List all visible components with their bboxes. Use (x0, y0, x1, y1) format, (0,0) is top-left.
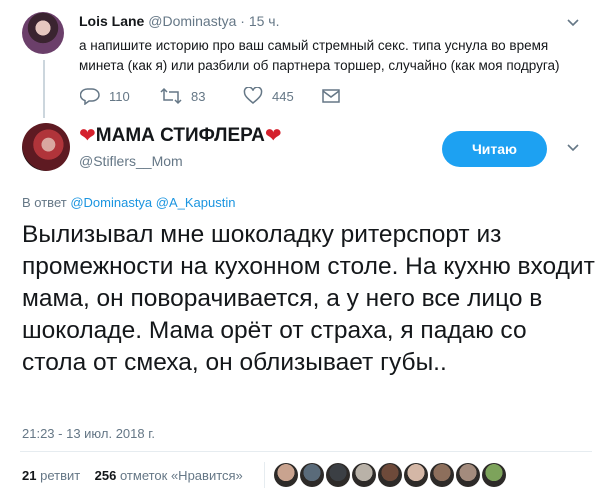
parent-tweet-header: Lois Lane @Dominastya · 15 ч. (79, 13, 280, 29)
main-author-name-text: МАМА СТИФЛЕРА (95, 125, 265, 146)
parent-author-handle[interactable]: @Dominastya (148, 13, 236, 29)
reply-context: В ответ @Dominastya @A_Kapustin (22, 195, 235, 210)
retweet-total-label[interactable]: ретвит (40, 468, 80, 483)
thread-connector (43, 60, 45, 118)
direct-message-button[interactable] (322, 86, 349, 106)
reply-context-users[interactable]: @Dominastya @A_Kapustin (70, 195, 235, 210)
liker-avatar[interactable] (430, 463, 454, 487)
liker-avatar[interactable] (300, 463, 324, 487)
liker-avatar[interactable] (404, 463, 428, 487)
parent-tweet-text: а напишите историю про ваш самый стремны… (79, 38, 560, 73)
envelope-icon (322, 89, 340, 103)
reply-context-prefix: В ответ (22, 195, 67, 210)
liker-avatar[interactable] (326, 463, 350, 487)
reply-count: 110 (109, 88, 130, 104)
retweet-count: 83 (191, 88, 206, 104)
reply-icon (80, 88, 100, 105)
heart-emoji-icon: ❤ (79, 125, 96, 147)
main-author-handle[interactable]: @Stiflers__Mom (79, 153, 183, 169)
retweet-icon (160, 87, 182, 105)
liker-avatars (274, 463, 508, 487)
parent-tweet-time[interactable]: 15 ч. (249, 13, 280, 29)
separator-dot: · (240, 13, 245, 29)
like-count: 445 (272, 88, 294, 104)
main-tweet-text: Вылизывал мне шоколадку ритерспорт из пр… (22, 221, 595, 376)
chevron-down-icon[interactable] (566, 16, 580, 30)
reply-button[interactable]: 110 (80, 86, 130, 106)
like-button[interactable]: 445 (243, 86, 294, 106)
divider (264, 462, 265, 488)
parent-author-name[interactable]: Lois Lane (79, 13, 144, 29)
avatar[interactable] (22, 123, 70, 171)
like-total[interactable]: 256 (95, 468, 117, 483)
retweet-button[interactable]: 83 (160, 86, 205, 106)
like-total-label[interactable]: отметок «Нравится» (120, 468, 243, 483)
avatar[interactable] (22, 12, 64, 54)
heart-icon (243, 87, 263, 104)
liker-avatar[interactable] (378, 463, 402, 487)
heart-emoji-icon: ❤ (264, 125, 282, 147)
liker-avatar[interactable] (352, 463, 376, 487)
liker-avatar[interactable] (274, 463, 298, 487)
chevron-down-icon[interactable] (566, 141, 580, 155)
liker-avatar[interactable] (456, 463, 480, 487)
follow-button[interactable]: Читаю (442, 131, 547, 167)
tweet-stats: 21 ретвит 256 отметок «Нравится» (22, 468, 243, 483)
retweet-total[interactable]: 21 (22, 468, 36, 483)
divider (20, 451, 592, 452)
tweet-timestamp[interactable]: 21:23 - 13 июл. 2018 г. (22, 426, 155, 441)
main-author-name[interactable]: ❤ МАМА СТИФЛЕРА ❤ (79, 125, 282, 147)
liker-avatar[interactable] (482, 463, 506, 487)
